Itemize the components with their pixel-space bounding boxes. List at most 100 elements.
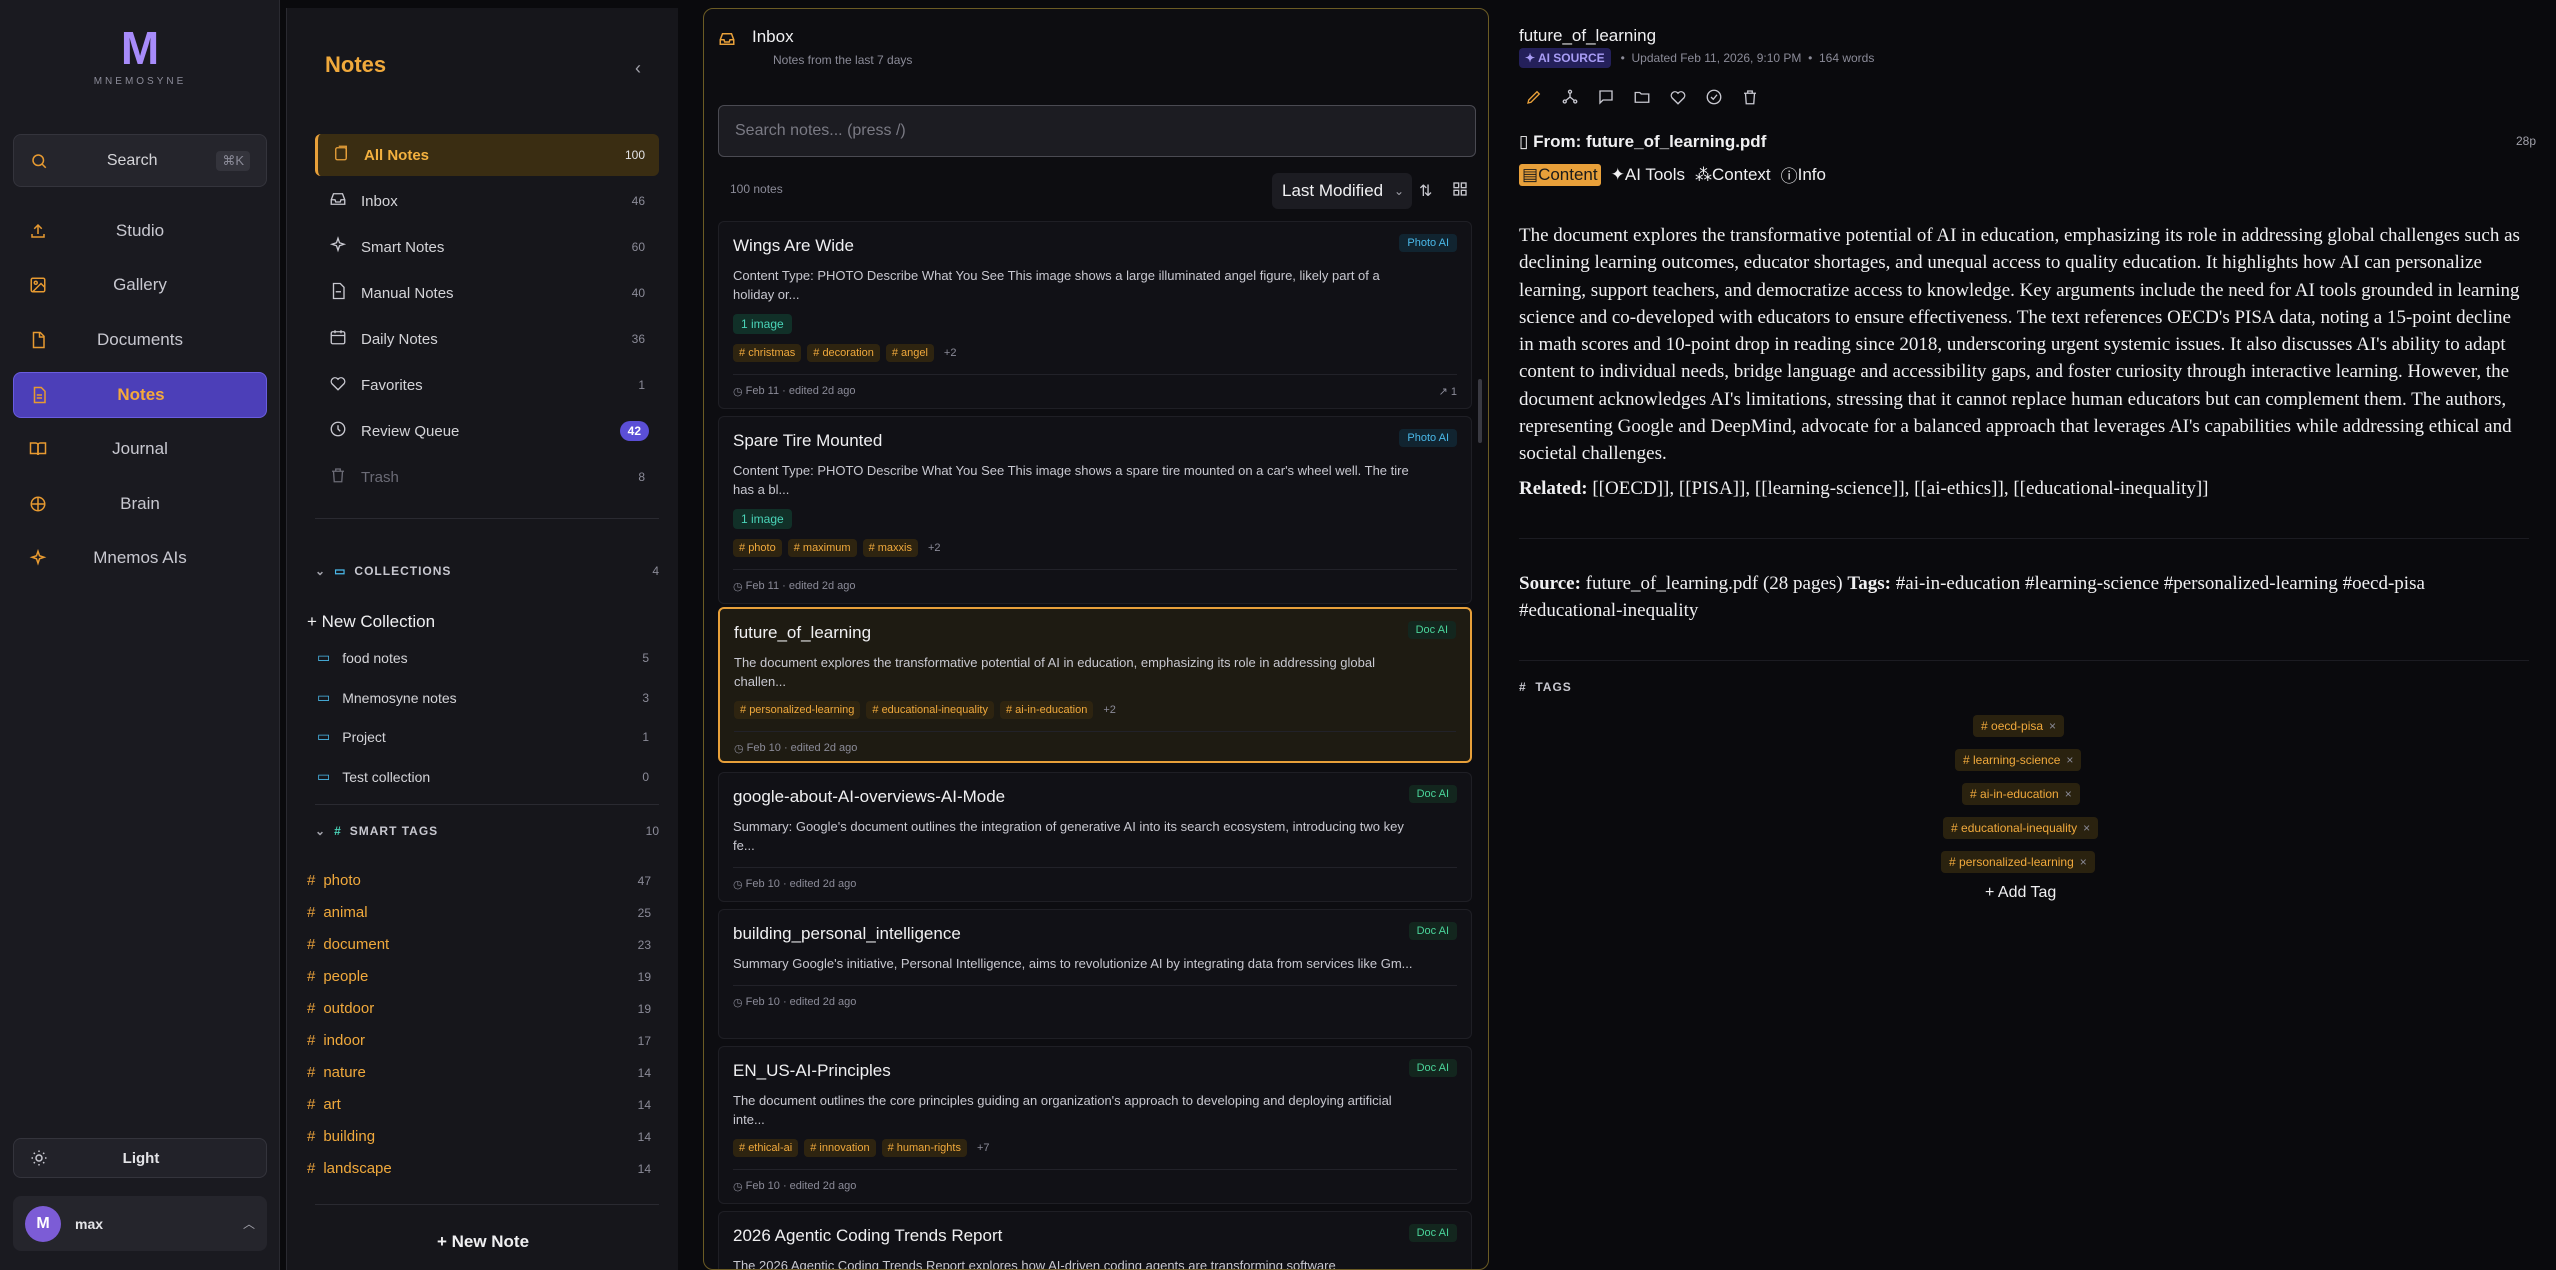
grid-view-icon[interactable] (1452, 181, 1468, 202)
tag-count: 14 (637, 1065, 651, 1080)
tag-count: 17 (637, 1033, 651, 1048)
note-card[interactable]: 2026 Agentic Coding Trends Report Doc AI… (718, 1211, 1472, 1269)
logo[interactable]: M MNEMOSYNE (0, 25, 280, 87)
add-tag-button[interactable]: + Add Tag (1985, 884, 2056, 902)
note-date: Feb 10 · edited 2d ago (746, 742, 858, 754)
collection-item[interactable]: ▭ Mnemosyne notes 3 (317, 689, 657, 706)
source-file: ▯ From: future_of_learning.pdf (1519, 132, 1767, 151)
note-card-selected[interactable]: future_of_learning Doc AI The document e… (718, 607, 1472, 763)
filter-daily-notes[interactable]: Daily Notes 36 (315, 318, 659, 360)
filter-favorites[interactable]: Favorites 1 (315, 364, 659, 406)
smart-tag-item[interactable]: # art 14 (307, 1096, 659, 1113)
detail-tag[interactable]: # educational-inequality × (1943, 817, 2099, 839)
notes-search-input[interactable] (718, 105, 1476, 157)
nav-studio[interactable]: Studio (13, 208, 267, 254)
remove-tag-icon[interactable]: × (2049, 719, 2056, 733)
tab-content[interactable]: ▤ Content (1519, 163, 1601, 186)
smart-tag-item[interactable]: # landscape 14 (307, 1160, 659, 1177)
comment-icon[interactable] (1597, 88, 1615, 111)
collection-item[interactable]: ▭ Test collection 0 (317, 768, 657, 785)
smart-tag-item[interactable]: # animal 25 (307, 904, 659, 921)
sort-select[interactable]: Last Modified ⌄ (1272, 173, 1412, 209)
note-body[interactable]: The document explores the transformative… (1519, 222, 2529, 468)
note-tag[interactable]: # maximum (787, 539, 857, 557)
note-tag[interactable]: # human-rights (881, 1139, 967, 1157)
detail-tag[interactable]: # ai-in-education × (1962, 783, 2080, 805)
remove-tag-icon[interactable]: × (2065, 787, 2072, 801)
filter-review-queue[interactable]: Review Queue 42 (315, 410, 659, 452)
note-card[interactable]: google-about-AI-overviews-AI-Mode Doc AI… (718, 772, 1472, 902)
tab-context[interactable]: ⁂ Context (1695, 165, 1771, 185)
check-circle-icon[interactable] (1705, 88, 1723, 111)
note-card[interactable]: Wings Are Wide Photo AI Content Type: PH… (718, 221, 1472, 409)
sidebar-title: Notes (325, 52, 387, 77)
note-detail-title[interactable]: future_of_learning (1519, 26, 1656, 46)
smart-tag-item[interactable]: # people 19 (307, 968, 659, 985)
smart-tags-header[interactable]: ⌄ # SMART TAGS 10 (315, 824, 659, 838)
smart-tag-item[interactable]: # outdoor 19 (307, 1000, 659, 1017)
smart-tag-item[interactable]: # photo 47 (307, 872, 659, 889)
collection-item[interactable]: ▭ food notes 5 (317, 649, 657, 666)
folder-icon: ▭ (317, 689, 331, 705)
nav-documents[interactable]: Documents (13, 317, 267, 363)
note-tag[interactable]: # maxxis (862, 539, 918, 557)
graph-icon[interactable] (1561, 88, 1579, 111)
detail-tag[interactable]: # learning-science × (1955, 749, 2082, 771)
note-card[interactable]: EN_US-AI-Principles Doc AI The document … (718, 1046, 1472, 1204)
note-tag[interactable]: # ethical-ai (733, 1139, 799, 1157)
filter-trash[interactable]: Trash 8 (315, 456, 659, 498)
global-search-button[interactable]: Search ⌘K (13, 134, 267, 187)
note-tag[interactable]: # photo (733, 539, 782, 557)
note-tag[interactable]: # innovation (804, 1139, 876, 1157)
note-tag[interactable]: # decoration (807, 344, 880, 362)
note-tag[interactable]: # educational-inequality (866, 701, 994, 719)
nav-journal[interactable]: Journal (13, 426, 267, 472)
user-menu[interactable]: M max ︿ (13, 1196, 267, 1251)
detail-tag[interactable]: # oecd-pisa × (1973, 715, 2065, 737)
note-card[interactable]: building_personal_intelligence Doc AI Su… (718, 909, 1472, 1039)
tags-header: # TAGS (1519, 680, 1572, 694)
related-list[interactable]: [[OECD]], [[PISA]], [[learning-science]]… (1592, 478, 2208, 499)
collapse-sidebar-icon[interactable]: ‹ (635, 58, 641, 79)
collection-count: 3 (642, 690, 649, 705)
folder-move-icon[interactable] (1633, 88, 1651, 111)
nav-gallery[interactable]: Gallery (13, 262, 267, 308)
note-tag[interactable]: # christmas (733, 344, 802, 362)
clock-icon: ◷ (733, 879, 746, 891)
remove-tag-icon[interactable]: × (2066, 753, 2073, 767)
heart-icon[interactable] (1669, 88, 1687, 111)
remove-tag-icon[interactable]: × (2080, 855, 2087, 869)
collections-header[interactable]: ⌄ ▭ COLLECTIONS 4 (315, 564, 659, 578)
smart-tag-item[interactable]: # indoor 17 (307, 1032, 659, 1049)
collection-label: food notes (342, 649, 408, 666)
nav-mnemos-ais[interactable]: Mnemos AIs (13, 535, 267, 581)
note-card[interactable]: Spare Tire Mounted Photo AI Content Type… (718, 416, 1472, 604)
tag-label: indoor (323, 1032, 366, 1049)
filter-all-notes[interactable]: All Notes 100 (315, 134, 659, 176)
scrollbar[interactable] (1478, 379, 1482, 443)
smart-tag-item[interactable]: # document 23 (307, 936, 659, 953)
collection-item[interactable]: ▭ Project 1 (317, 728, 657, 745)
edit-icon[interactable] (1525, 88, 1543, 111)
ai-badge: Doc AI (1408, 922, 1457, 940)
note-tag[interactable]: # angel (885, 344, 934, 362)
trash-icon[interactable] (1741, 88, 1759, 111)
detail-tag[interactable]: # personalized-learning × (1941, 851, 2095, 873)
filter-manual-notes[interactable]: Manual Notes 40 (315, 272, 659, 314)
new-collection-button[interactable]: + New Collection (307, 612, 435, 632)
filter-inbox[interactable]: Inbox 46 (315, 180, 659, 222)
note-tag[interactable]: # personalized-learning (734, 701, 861, 719)
new-note-button[interactable]: + New Note (287, 1232, 679, 1252)
nav-brain[interactable]: Brain (13, 481, 267, 527)
theme-toggle[interactable]: Light (13, 1138, 267, 1178)
smart-tag-item[interactable]: # building 14 (307, 1128, 659, 1145)
tab-info[interactable]: ⓘ Info (1781, 162, 1826, 187)
nav-notes[interactable]: Notes (13, 372, 267, 418)
filter-smart-notes[interactable]: Smart Notes 60 (315, 226, 659, 268)
note-tag[interactable]: # ai-in-education (999, 701, 1094, 719)
smart-tag-item[interactable]: # nature 14 (307, 1064, 659, 1081)
sort-direction-icon[interactable]: ⇅ (1419, 181, 1432, 201)
hash-icon: # (307, 1160, 316, 1177)
tab-ai-tools[interactable]: ✦ AI Tools (1611, 165, 1685, 185)
remove-tag-icon[interactable]: × (2083, 821, 2090, 835)
